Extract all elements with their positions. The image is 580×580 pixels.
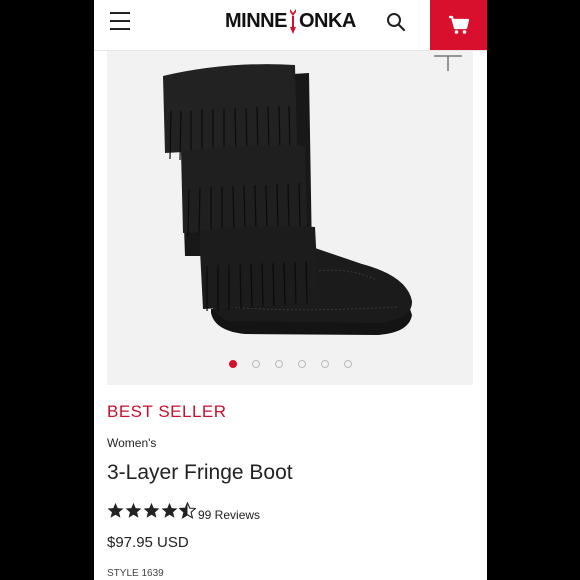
gallery-dot[interactable] xyxy=(321,360,329,368)
gallery-dot[interactable] xyxy=(229,360,237,368)
product-style-number: STYLE 1639 xyxy=(107,568,164,579)
product-image-gallery[interactable] xyxy=(107,51,473,385)
product-title: 3-Layer Fringe Boot xyxy=(107,461,293,484)
star-icon xyxy=(143,502,160,518)
product-page: MINNE ONKA BEST SELLER Women's 3-Layer F… xyxy=(94,0,487,580)
gallery-pagination xyxy=(107,360,473,372)
cart-button[interactable] xyxy=(430,0,487,50)
reviews-link[interactable]: 99 Reviews xyxy=(198,508,260,522)
site-header: MINNE ONKA xyxy=(94,0,487,51)
cart-icon xyxy=(448,15,469,34)
star-half-icon xyxy=(179,502,196,519)
best-seller-badge: BEST SELLER xyxy=(107,402,227,421)
rating-stars[interactable] xyxy=(107,502,197,519)
star-icon xyxy=(107,502,124,518)
search-icon[interactable] xyxy=(386,12,406,32)
gallery-dot[interactable] xyxy=(298,360,306,368)
logo-text-right: ONKA xyxy=(298,9,356,32)
logo-text-left: MINNE xyxy=(225,9,287,32)
star-icon xyxy=(125,502,142,518)
fringe-layer-bottom xyxy=(199,225,319,309)
gallery-dot[interactable] xyxy=(252,360,260,368)
fringe-layer-top xyxy=(163,64,297,153)
product-category[interactable]: Women's xyxy=(107,436,156,450)
product-price: $97.95 USD xyxy=(107,534,189,551)
star-icon xyxy=(161,502,178,518)
boot-product-image xyxy=(163,64,413,335)
gallery-dot[interactable] xyxy=(344,360,352,368)
arrow-logo-icon xyxy=(288,7,298,35)
hamburger-menu-icon[interactable] xyxy=(110,12,130,30)
gallery-dot[interactable] xyxy=(275,360,283,368)
minnetonka-logo[interactable]: MINNE ONKA xyxy=(225,8,356,34)
